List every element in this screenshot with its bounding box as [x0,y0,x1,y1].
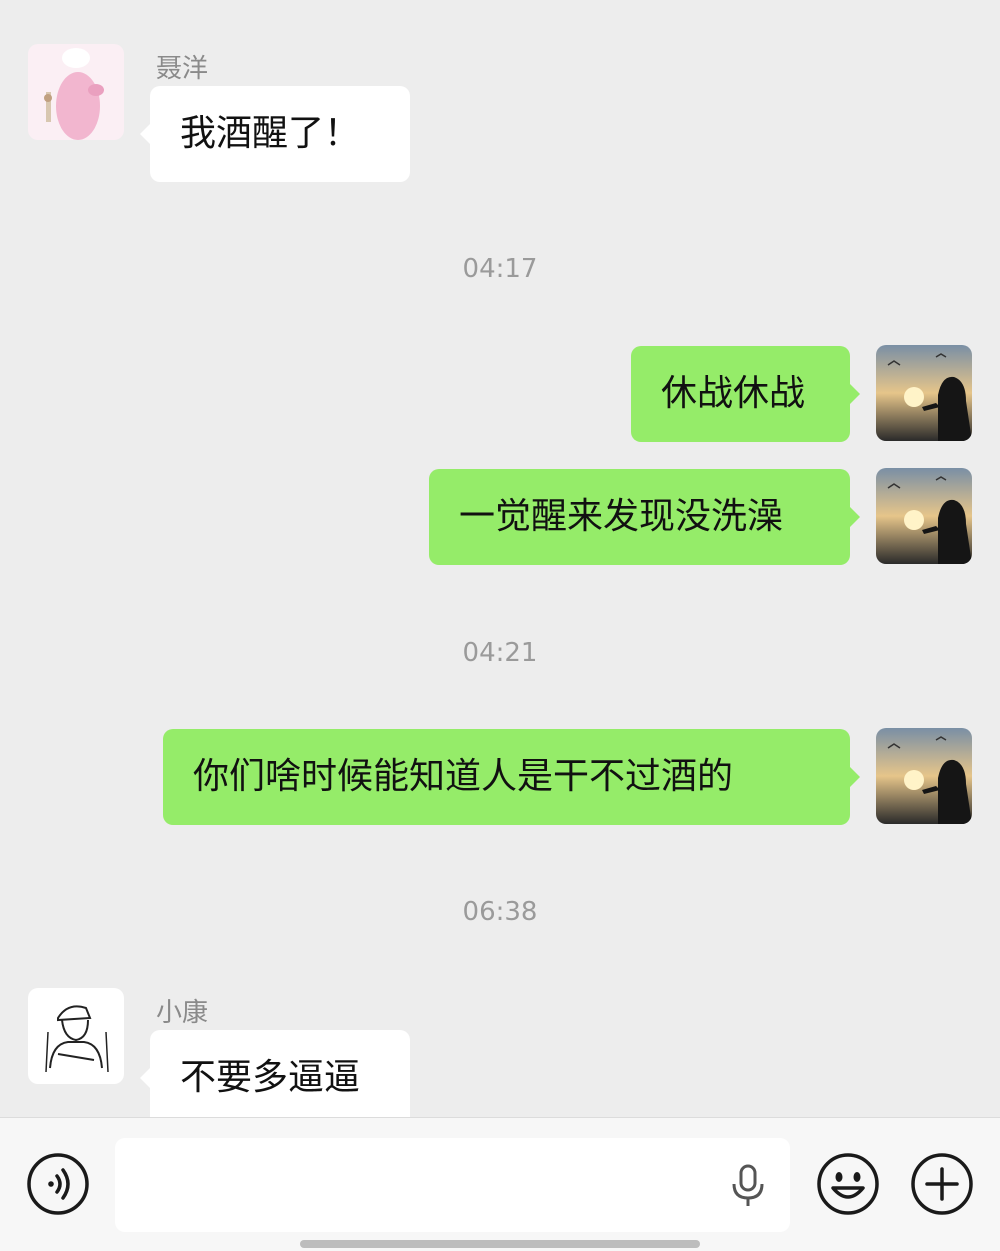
sender-name: 聂洋 [156,54,209,84]
message-timestamp: 06:38 [462,897,538,927]
sunset-silhouette-avatar-icon [876,345,972,441]
voice-mode-button[interactable] [26,1152,90,1216]
sender-avatar-nieyang[interactable] [28,44,124,140]
message-bubble[interactable]: 你们啥时候能知道人是干不过酒的 [163,729,860,825]
message-input[interactable] [115,1138,790,1232]
sunset-silhouette-avatar-icon [876,728,972,824]
chat-input-bar [0,1117,1000,1251]
message-timestamp: 04:21 [462,638,538,668]
plus-icon [911,1153,973,1215]
emoji-button[interactable] [816,1152,880,1216]
chat-message-list[interactable]: 聂洋 我酒醒了！ 04:17 休战休战 一觉醒来发现没洗澡 04:21 你们啥时… [0,0,1000,1117]
home-indicator[interactable] [300,1240,700,1248]
sketch-person-avatar-icon [28,988,124,1084]
pig-avatar-icon [28,44,124,140]
microphone-button[interactable] [728,1164,768,1208]
self-avatar[interactable] [876,468,972,564]
sunset-silhouette-avatar-icon [876,468,972,564]
message-bubble[interactable]: 不要多逼逼 [140,1030,410,1117]
sender-avatar-xiaokang[interactable] [28,988,124,1084]
more-functions-button[interactable] [910,1152,974,1216]
message-bubble[interactable]: 我酒醒了！ [140,86,410,182]
sender-name: 小康 [156,998,209,1028]
microphone-icon [732,1164,764,1206]
self-avatar[interactable] [876,345,972,441]
emoji-icon [817,1153,879,1215]
voice-mode-icon [27,1153,89,1215]
message-bubble[interactable]: 休战休战 [631,346,860,442]
self-avatar[interactable] [876,728,972,824]
message-bubble[interactable]: 一觉醒来发现没洗澡 [429,469,860,565]
message-timestamp: 04:17 [462,254,538,284]
